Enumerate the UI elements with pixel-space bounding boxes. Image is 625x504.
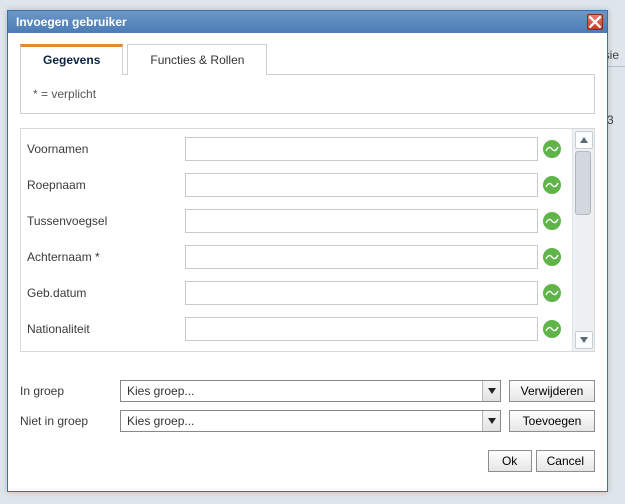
scroll-down-button[interactable] <box>575 331 593 349</box>
vcard-icon[interactable] <box>542 139 562 159</box>
vcard-icon[interactable] <box>542 283 562 303</box>
field-label: Roepnaam <box>27 178 185 192</box>
form-area: Voornamen Roepnaam <box>20 128 595 352</box>
roepnaam-input[interactable] <box>185 173 538 197</box>
scroll-up-button[interactable] <box>575 131 593 149</box>
cancel-button[interactable]: Cancel <box>536 450 595 472</box>
group-selectors: In groep Kies groep... Verwijderen Niet … <box>20 380 595 440</box>
field-row-voornamen: Voornamen <box>27 137 566 161</box>
dialog-body: Gegevens Functies & Rollen * = verplicht… <box>8 33 607 491</box>
field-label: Voornamen <box>27 142 185 156</box>
nationaliteit-input[interactable] <box>185 317 538 341</box>
in-group-label: In groep <box>20 384 120 398</box>
scroll-thumb[interactable] <box>575 151 591 215</box>
vcard-icon[interactable] <box>542 211 562 231</box>
insert-user-dialog: Invoegen gebruiker Gegevens Functies & R… <box>7 10 608 492</box>
tab-label: Functies & Rollen <box>150 53 244 67</box>
field-label: Tussenvoegsel <box>27 214 185 228</box>
dialog-footer: Ok Cancel <box>20 450 595 472</box>
in-group-select[interactable]: Kies groep... <box>120 380 501 402</box>
tussenvoegsel-input[interactable] <box>185 209 538 233</box>
field-row-achternaam: Achternaam * <box>27 245 566 269</box>
app-canvas: ossie AA3 Invoegen gebruiker Gegevens Fu… <box>0 0 625 504</box>
tab-label: Gegevens <box>43 53 100 67</box>
required-note: * = verplicht <box>31 83 584 105</box>
in-group-select-wrap: Kies groep... <box>120 380 501 402</box>
field-row-gebdatum: Geb.datum <box>27 281 566 305</box>
not-in-group-select[interactable]: Kies groep... <box>120 410 501 432</box>
required-note-panel: * = verplicht <box>20 74 595 114</box>
not-in-group-label: Niet in groep <box>20 414 120 428</box>
add-group-button[interactable]: Toevoegen <box>509 410 595 432</box>
field-row-roepnaam: Roepnaam <box>27 173 566 197</box>
close-icon[interactable] <box>587 14 603 30</box>
tab-bar: Gegevens Functies & Rollen <box>20 43 595 74</box>
voornamen-input[interactable] <box>185 137 538 161</box>
dialog-title: Invoegen gebruiker <box>16 15 587 29</box>
scroll-track[interactable] <box>573 151 594 329</box>
vcard-icon[interactable] <box>542 175 562 195</box>
not-in-group-select-wrap: Kies groep... <box>120 410 501 432</box>
ok-button[interactable]: Ok <box>488 450 532 472</box>
form-scroll: Voornamen Roepnaam <box>21 129 572 351</box>
not-in-group-row: Niet in groep Kies groep... Toevoegen <box>20 410 595 432</box>
vcard-icon[interactable] <box>542 319 562 339</box>
field-row-nationaliteit: Nationaliteit <box>27 317 566 341</box>
dialog-titlebar: Invoegen gebruiker <box>8 11 607 33</box>
tab-functies-rollen[interactable]: Functies & Rollen <box>127 44 267 75</box>
form-scrollbar <box>572 129 594 351</box>
gebdatum-input[interactable] <box>185 281 538 305</box>
tab-gegevens[interactable]: Gegevens <box>20 44 123 75</box>
field-label: Nationaliteit <box>27 322 185 336</box>
achternaam-input[interactable] <box>185 245 538 269</box>
remove-group-button[interactable]: Verwijderen <box>509 380 595 402</box>
field-row-tussenvoegsel: Tussenvoegsel <box>27 209 566 233</box>
vcard-icon[interactable] <box>542 247 562 267</box>
in-group-row: In groep Kies groep... Verwijderen <box>20 380 595 402</box>
field-label: Achternaam * <box>27 250 185 264</box>
field-label: Geb.datum <box>27 286 185 300</box>
